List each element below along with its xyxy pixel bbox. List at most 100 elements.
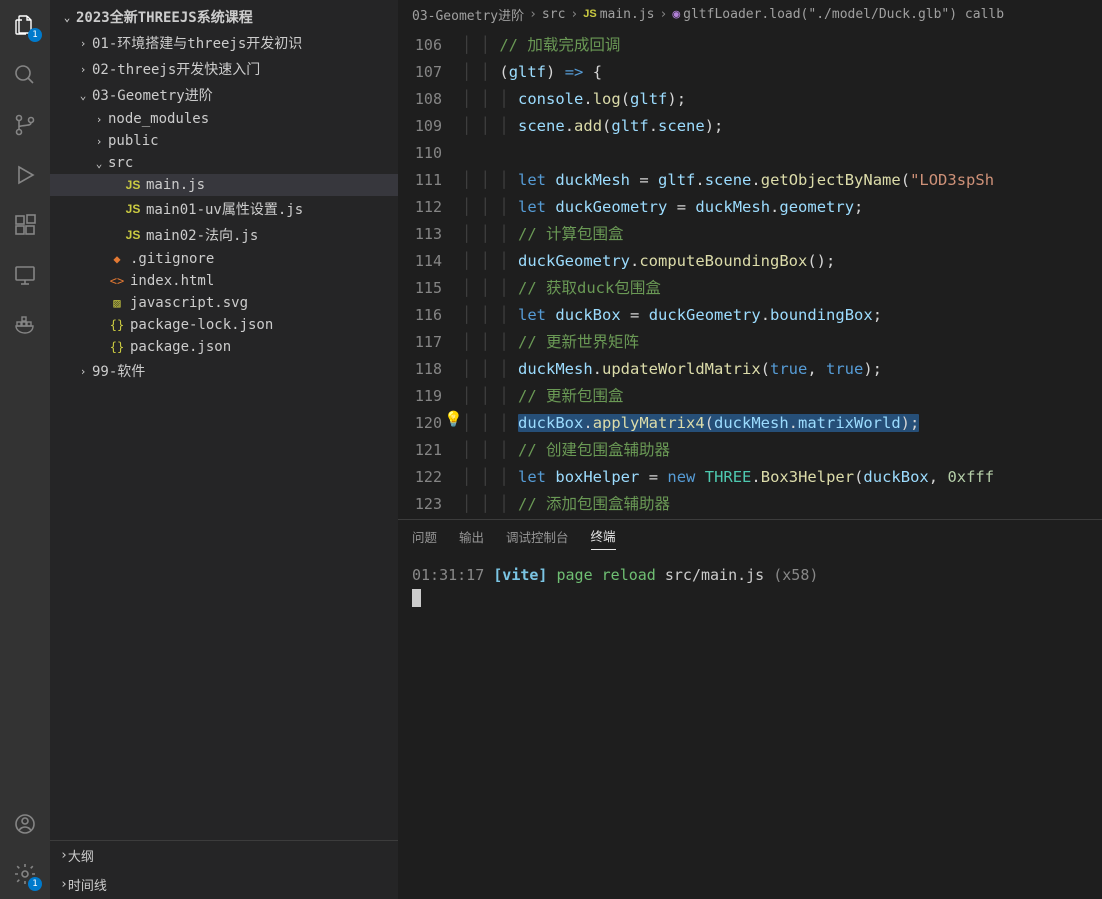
lightbulb-icon[interactable]: 💡 [444,410,463,428]
tree-root[interactable]: ⌄ 2023全新THREEJS系统课程 [50,4,398,30]
line-number: 113 [398,221,442,248]
breadcrumb-part[interactable]: src [542,7,565,22]
code-line[interactable]: │ │ │ console.log(gltf); [462,86,1102,113]
tree-folder[interactable]: ›public [50,130,398,152]
breadcrumb-symbol[interactable]: gltfLoader.load("./model/Duck.glb") call… [683,7,1004,22]
tree-folder[interactable]: ›node_modules [50,108,398,130]
settings-gear-icon[interactable]: 1 [0,849,50,899]
panel-tab[interactable]: 终端 [591,526,616,550]
code-line[interactable]: │ │ │ // 添加包围盒辅助器 [462,491,1102,518]
line-number: 107 [398,59,442,86]
terminal-time: 01:31:17 [412,566,484,584]
tree-item-label: index.html [130,273,214,289]
method-icon: ◉ [672,7,680,22]
tree-folder[interactable]: ›01-环境搭建与threejs开发初识 [50,30,398,56]
code-editor[interactable]: 1061071081091101111121131141151161171181… [398,28,1102,519]
code-line[interactable]: │ │ │ // 更新包围盒 [462,383,1102,410]
activity-bar: 1 1 [0,0,50,899]
source-control-icon[interactable] [0,100,50,150]
tree-folder[interactable]: ⌄03-Geometry进阶 [50,82,398,108]
breadcrumb-part[interactable]: main.js [600,7,655,22]
line-number: 108 [398,86,442,113]
breadcrumbs[interactable]: 03-Geometry进阶 › src › JS main.js › ◉ glt… [398,0,1102,28]
search-icon[interactable] [0,50,50,100]
tree-file[interactable]: ▨javascript.svg [50,292,398,314]
tree-item-label: main02-法向.js [146,225,258,245]
extensions-icon[interactable] [0,200,50,250]
line-number: 119 [398,383,442,410]
code-line[interactable]: │ │ │ // 创建包围盒辅助器 [462,437,1102,464]
chevron-icon: › [76,63,90,76]
line-number: 116 [398,302,442,329]
code-line[interactable]: │ │ │ // 计算包围盒 [462,221,1102,248]
js-file-icon: JS [583,8,596,20]
breadcrumb-part[interactable]: 03-Geometry进阶 [412,5,524,24]
code-line[interactable]: │ │ │ duckMesh.updateWorldMatrix(true, t… [462,356,1102,383]
code-line[interactable] [462,140,1102,167]
line-number: 118 [398,356,442,383]
code-line[interactable]: │ │ (gltf) => { [462,59,1102,86]
code-line[interactable]: │ │ │ // 获取duck包围盒 [462,275,1102,302]
chevron-right-icon: › [660,7,668,22]
panel-tabs: 问题输出调试控制台终端 [398,520,1102,556]
code-line[interactable]: │ │ │ let duckGeometry = duckMesh.geomet… [462,194,1102,221]
html-file-icon: <> [108,274,126,288]
tree-file[interactable]: JSmain02-法向.js [50,222,398,248]
tree-file[interactable]: <> index.html [50,270,398,292]
panel-tab[interactable]: 问题 [412,527,437,550]
chevron-icon: ⌄ [76,89,90,102]
code-line[interactable]: │ │ // 加载完成回调 [462,32,1102,59]
chevron-icon: › [76,37,90,50]
remote-explorer-icon[interactable] [0,250,50,300]
tree-item-label: src [108,155,133,171]
tree-file[interactable]: ◆.gitignore [50,248,398,270]
tree-item-label: 99-软件 [92,361,145,381]
chevron-icon: › [92,135,106,148]
tree-item-label: main.js [146,177,205,193]
code-line[interactable]: │ │ │ let duckBox = duckGeometry.boundin… [462,302,1102,329]
terminal-action: page reload [557,566,656,584]
terminal-output[interactable]: 01:31:17 [vite] page reload src/main.js … [398,556,1102,899]
outline-header[interactable]: › 大纲 [50,841,398,870]
js-file-icon: JS [124,202,142,216]
outline-section: › 大纲 › 时间线 [50,840,398,899]
tree-file[interactable]: JSmain.js [50,174,398,196]
docker-icon[interactable] [0,300,50,350]
chevron-icon: › [76,365,90,378]
bottom-panel: 问题输出调试控制台终端 01:31:17 [vite] page reload … [398,519,1102,899]
code-content[interactable]: │ │ // 加载完成回调│ │ (gltf) => {│ │ │ consol… [462,28,1102,519]
run-debug-icon[interactable] [0,150,50,200]
tree-file[interactable]: {}package.json [50,336,398,358]
line-number: 120 [398,410,442,437]
tree-root-label: 2023全新THREEJS系统课程 [76,7,253,27]
tree-item-label: 02-threejs开发快速入门 [92,59,260,79]
code-line[interactable]: │ │ │ duckGeometry.computeBoundingBox(); [462,248,1102,275]
tree-folder[interactable]: ›02-threejs开发快速入门 [50,56,398,82]
sidebar: ⌄ 2023全新THREEJS系统课程 ›01-环境搭建与threejs开发初识… [50,0,398,899]
chevron-right-icon: › [570,7,578,22]
panel-tab[interactable]: 输出 [459,527,484,550]
tree-item-label: 01-环境搭建与threejs开发初识 [92,33,302,53]
explorer-icon[interactable]: 1 [0,0,50,50]
tree-item-label: node_modules [108,111,209,127]
tree-folder[interactable]: ⌄src [50,152,398,174]
code-line[interactable]: │ │ │ duckBox.applyMatrix4(duckMesh.matr… [462,410,1102,437]
chevron-right-icon: › [60,848,68,863]
code-line[interactable]: │ │ │ // 更新世界矩阵 [462,329,1102,356]
account-icon[interactable] [0,799,50,849]
tree-item-label: package-lock.json [130,317,273,333]
tree-item-label: .gitignore [130,251,214,267]
file-tree[interactable]: ⌄ 2023全新THREEJS系统课程 ›01-环境搭建与threejs开发初识… [50,0,398,840]
svg-file-icon: ▨ [108,296,126,310]
editor-area: 03-Geometry进阶 › src › JS main.js › ◉ glt… [398,0,1102,899]
line-number: 115 [398,275,442,302]
code-line[interactable]: │ │ │ scene.add(gltf.scene); [462,113,1102,140]
code-line[interactable]: │ │ │ let boxHelper = new THREE.Box3Help… [462,464,1102,491]
tree-file[interactable]: JSmain01-uv属性设置.js [50,196,398,222]
timeline-header[interactable]: › 时间线 [50,870,398,899]
tree-file[interactable]: {}package-lock.json [50,314,398,336]
code-line[interactable]: │ │ │ let duckMesh = gltf.scene.getObjec… [462,167,1102,194]
panel-tab[interactable]: 调试控制台 [506,527,569,550]
tree-folder[interactable]: ›99-软件 [50,358,398,384]
line-number: 112 [398,194,442,221]
